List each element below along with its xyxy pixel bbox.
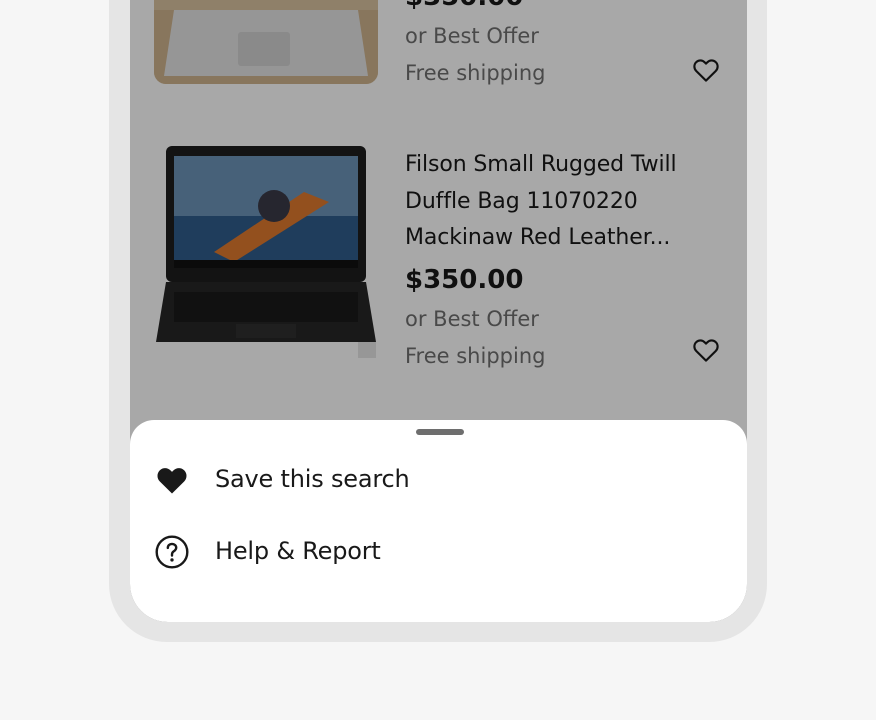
app-screen: $350.00 or Best Offer Free shipping (130, 0, 747, 622)
bottom-sheet: Save this search Help & Report (130, 420, 747, 622)
save-search-button[interactable]: Save this search (130, 451, 747, 509)
help-report-label: Help & Report (215, 537, 381, 565)
sheet-drag-handle[interactable] (416, 429, 464, 435)
save-search-label: Save this search (215, 465, 410, 493)
question-circle-icon (154, 534, 190, 570)
help-report-button[interactable]: Help & Report (130, 523, 747, 581)
heart-filled-icon (154, 462, 190, 498)
